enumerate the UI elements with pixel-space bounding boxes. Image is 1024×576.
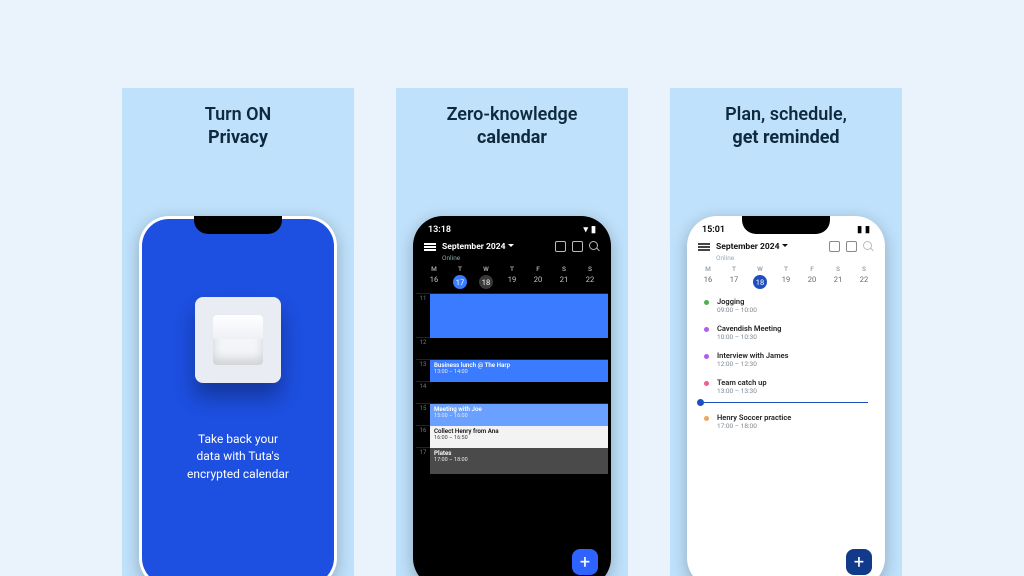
battery-icon: ▮ bbox=[591, 225, 596, 235]
day-col[interactable]: F20 bbox=[526, 265, 550, 289]
day-timeline[interactable]: 111213Business lunch @ The Harp13:00 – 1… bbox=[416, 293, 608, 473]
calendar-event[interactable]: Plates17:00 – 18:00 bbox=[430, 448, 608, 474]
add-event-button[interactable]: + bbox=[846, 549, 872, 575]
promo-row: Turn ON Privacy Take back your data with… bbox=[0, 0, 1024, 576]
tagline: Take back your data with Tuta's encrypte… bbox=[163, 431, 313, 483]
menu-icon[interactable] bbox=[698, 243, 710, 251]
day-col[interactable]: F20 bbox=[800, 265, 824, 289]
search-icon[interactable] bbox=[863, 241, 874, 252]
calendar-event[interactable]: Business lunch @ The Harp13:00 – 14:00 bbox=[430, 360, 608, 382]
agenda-item[interactable]: Team catch up13:00 – 13:30 bbox=[704, 378, 868, 395]
phone-mockup: Take back your data with Tuta's encrypte… bbox=[139, 216, 337, 576]
menu-icon[interactable] bbox=[424, 243, 436, 251]
signal-icon: ▮ bbox=[857, 225, 862, 235]
month-picker[interactable]: September 2024 bbox=[442, 242, 514, 252]
calendar-header: September 2024 bbox=[690, 235, 882, 254]
agenda-item[interactable]: Jogging09:00 – 10:00 bbox=[704, 297, 868, 314]
agenda-list[interactable]: Jogging09:00 – 10:00 Cavendish Meeting10:… bbox=[690, 297, 882, 430]
card-title: Plan, schedule, get reminded bbox=[670, 88, 902, 149]
day-col[interactable]: S21 bbox=[826, 265, 850, 289]
today-icon[interactable] bbox=[829, 241, 840, 252]
promo-card-privacy: Turn ON Privacy Take back your data with… bbox=[122, 88, 354, 576]
day-col[interactable]: T17 bbox=[722, 265, 746, 289]
title-line2: calendar bbox=[404, 127, 620, 150]
online-status: Online bbox=[690, 254, 882, 265]
day-col[interactable]: T19 bbox=[500, 265, 524, 289]
wifi-icon: ▾ bbox=[584, 225, 589, 235]
title-line1: Plan, schedule, bbox=[678, 104, 894, 127]
status-icons: ▾ ▮ bbox=[584, 225, 596, 235]
card-title: Turn ON Privacy bbox=[122, 88, 354, 149]
calendar-event[interactable]: Collect Henry from Ana16:00 – 16:50 bbox=[430, 426, 608, 448]
day-col[interactable]: S21 bbox=[552, 265, 576, 289]
calendar-event[interactable]: Meeting with Joe15:00 – 16:00 bbox=[430, 404, 608, 426]
week-day-row: M16T17W18T19F20S21S22 bbox=[416, 265, 608, 289]
calendar-event[interactable] bbox=[430, 294, 608, 338]
notch bbox=[194, 216, 282, 234]
view-icon[interactable] bbox=[846, 241, 857, 252]
battery-icon: ▮ bbox=[865, 225, 870, 235]
phone-mockup: 13:18 ▾ ▮ September 2024 bbox=[413, 216, 611, 576]
clock: 15:01 bbox=[702, 225, 725, 235]
card-title: Zero-knowledge calendar bbox=[396, 88, 628, 149]
notch bbox=[742, 216, 830, 234]
agenda-item[interactable]: Cavendish Meeting10:00 – 10:30 bbox=[704, 324, 868, 341]
title-line2: get reminded bbox=[678, 127, 894, 150]
day-col[interactable]: T17 bbox=[448, 265, 472, 289]
online-status: Online bbox=[416, 254, 608, 265]
search-icon[interactable] bbox=[589, 241, 600, 252]
phone-screen-light: 15:01 ▮ ▮ September 2024 bbox=[690, 219, 882, 576]
phone-mockup: 15:01 ▮ ▮ September 2024 bbox=[687, 216, 885, 576]
month-picker[interactable]: September 2024 bbox=[716, 242, 788, 252]
title-line1: Zero-knowledge bbox=[404, 104, 620, 127]
today-icon[interactable] bbox=[555, 241, 566, 252]
phone-screen-dark: 13:18 ▾ ▮ September 2024 bbox=[416, 219, 608, 576]
day-col[interactable]: S22 bbox=[578, 265, 602, 289]
title-line1: Turn ON bbox=[130, 104, 346, 127]
day-col[interactable]: W18 bbox=[474, 265, 498, 289]
day-col[interactable]: T19 bbox=[774, 265, 798, 289]
promo-card-agenda: Plan, schedule, get reminded 15:01 ▮ ▮ bbox=[670, 88, 902, 576]
calendar-header: September 2024 bbox=[416, 235, 608, 254]
day-col[interactable]: M16 bbox=[696, 265, 720, 289]
day-col[interactable]: W18 bbox=[748, 265, 772, 289]
agenda-item[interactable]: Interview with James12:00 – 12:30 bbox=[704, 351, 868, 368]
notch bbox=[468, 216, 556, 234]
week-day-row: M16T17W18T19F20S21S22 bbox=[690, 265, 882, 289]
promo-card-calendar: Zero-knowledge calendar 13:18 ▾ ▮ Sep bbox=[396, 88, 628, 576]
light-switch-graphic bbox=[195, 297, 281, 383]
clock: 13:18 bbox=[428, 225, 451, 235]
day-col[interactable]: M16 bbox=[422, 265, 446, 289]
view-icon[interactable] bbox=[572, 241, 583, 252]
status-icons: ▮ ▮ bbox=[857, 225, 870, 235]
title-line2: Privacy bbox=[130, 127, 346, 150]
day-col[interactable]: S22 bbox=[852, 265, 876, 289]
now-indicator bbox=[700, 402, 868, 403]
agenda-item[interactable]: Henry Soccer practice17:00 – 18:00 bbox=[704, 413, 868, 430]
add-event-button[interactable]: + bbox=[572, 549, 598, 575]
phone-screen: Take back your data with Tuta's encrypte… bbox=[142, 219, 334, 576]
